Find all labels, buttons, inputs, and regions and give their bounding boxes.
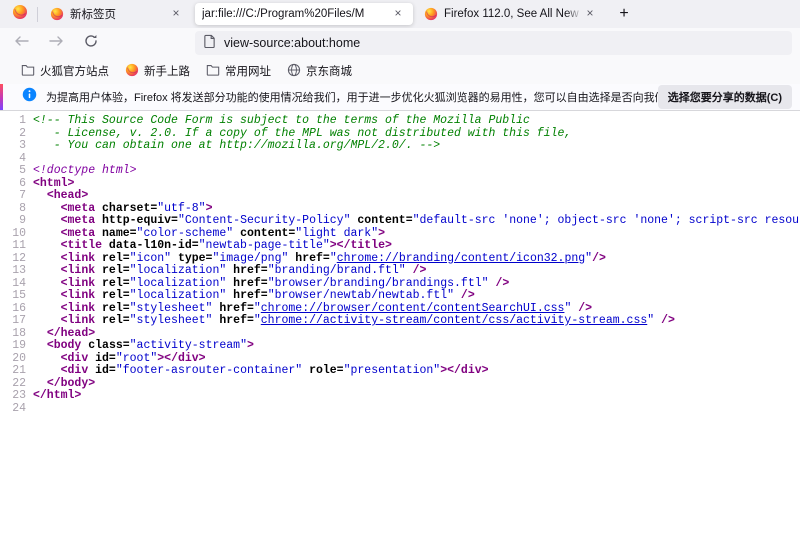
firefox-view-button[interactable] — [6, 2, 34, 26]
globe-icon — [287, 63, 306, 80]
line-number: 21 — [0, 365, 26, 378]
firefox-icon — [50, 7, 64, 21]
bookmark-label: 火狐官方站点 — [40, 63, 109, 79]
line-number: 9 — [0, 215, 26, 228]
line-number: 3 — [0, 140, 26, 153]
back-button[interactable] — [7, 30, 35, 56]
line-number: 11 — [0, 240, 26, 253]
bookmark-getting-started[interactable]: 新手上路 — [118, 61, 197, 81]
bookmark-firefox-official[interactable]: 火狐官方站点 — [14, 61, 116, 81]
source-code: 1<!-- This Source Code Form is subject t… — [0, 111, 800, 532]
firefox-icon — [424, 7, 438, 21]
bookmarks-toolbar: 火狐官方站点 新手上路 常用网址 京东商城 — [0, 58, 800, 84]
new-tab-button[interactable]: + — [611, 2, 637, 26]
notification-bar: 为提高用户体验，Firefox 将发送部分功能的使用情况给我们，用于进一步优化火… — [0, 84, 800, 111]
folder-icon — [206, 63, 225, 79]
source-link[interactable]: chrome://browser/content/contentSearchUI… — [261, 302, 565, 315]
bookmark-label: 常用网址 — [225, 63, 271, 79]
reload-icon — [84, 34, 98, 53]
reload-button[interactable] — [77, 30, 105, 56]
choose-shared-data-button[interactable]: 选择您要分享的数据(C) — [658, 85, 792, 109]
line-number: 1 — [0, 115, 26, 128]
forward-arrow-icon — [49, 34, 64, 52]
close-tab-icon[interactable]: × — [168, 6, 184, 22]
bookmark-label: 新手上路 — [144, 63, 190, 79]
source-line: 23</html> — [0, 390, 800, 403]
close-tab-icon[interactable]: × — [582, 6, 598, 22]
bookmark-jd-mall[interactable]: 京东商城 — [280, 61, 359, 81]
tab-firefox-release-notes[interactable]: Firefox 112.0, See All New Fea × — [417, 3, 605, 25]
bookmark-label: 京东商城 — [306, 63, 352, 79]
line-number: 24 — [0, 403, 26, 416]
line-number: 17 — [0, 315, 26, 328]
bookmark-common-sites[interactable]: 常用网址 — [199, 61, 278, 81]
source-line: 6<html> — [0, 178, 800, 191]
browser-window: 新标签页 × jar:file:///C:/Program%20Files/M … — [0, 0, 800, 533]
url-text[interactable]: view-source:about:home — [224, 36, 360, 50]
page-icon — [203, 34, 216, 53]
firefox-icon — [12, 4, 28, 25]
source-line: 17 <link rel="stylesheet" href="chrome:/… — [0, 315, 800, 328]
tab-new-tab-page[interactable]: 新标签页 × — [43, 3, 191, 25]
firefox-icon — [125, 63, 144, 80]
forward-button[interactable] — [42, 30, 70, 56]
tab-label: Firefox 112.0, See All New Fea — [444, 8, 582, 20]
source-line: 5<!doctype html> — [0, 165, 800, 178]
source-line: 3 - You can obtain one at http://mozilla… — [0, 140, 800, 153]
line-number: 19 — [0, 340, 26, 353]
url-bar[interactable]: view-source:about:home — [195, 31, 792, 55]
line-number: 15 — [0, 290, 26, 303]
tab-jar-file-active[interactable]: jar:file:///C:/Program%20Files/M × — [195, 3, 413, 25]
info-icon — [22, 87, 37, 107]
line-number: 7 — [0, 190, 26, 203]
source-link[interactable]: chrome://branding/content/icon32.png — [337, 252, 585, 265]
tab-label: jar:file:///C:/Program%20Files/M — [202, 8, 390, 20]
navigation-toolbar: view-source:about:home — [0, 28, 800, 58]
tab-label: 新标签页 — [70, 6, 168, 22]
back-arrow-icon — [14, 34, 29, 52]
line-number: 5 — [0, 165, 26, 178]
tab-separator — [37, 7, 38, 22]
infobar-accent-stripe — [0, 84, 3, 110]
source-line: 22 </body> — [0, 378, 800, 391]
folder-icon — [21, 63, 40, 79]
line-number: 23 — [0, 390, 26, 403]
source-line: 24 — [0, 403, 800, 416]
line-number: 13 — [0, 265, 26, 278]
tab-bar: 新标签页 × jar:file:///C:/Program%20Files/M … — [0, 0, 800, 28]
source-link[interactable]: chrome://activity-stream/content/css/act… — [261, 314, 647, 327]
notification-message: 为提高用户体验，Firefox 将发送部分功能的使用情况给我们，用于进一步优化火… — [46, 89, 658, 105]
close-tab-icon[interactable]: × — [390, 6, 406, 22]
source-line: 21 <div id="footer-asrouter-container" r… — [0, 365, 800, 378]
